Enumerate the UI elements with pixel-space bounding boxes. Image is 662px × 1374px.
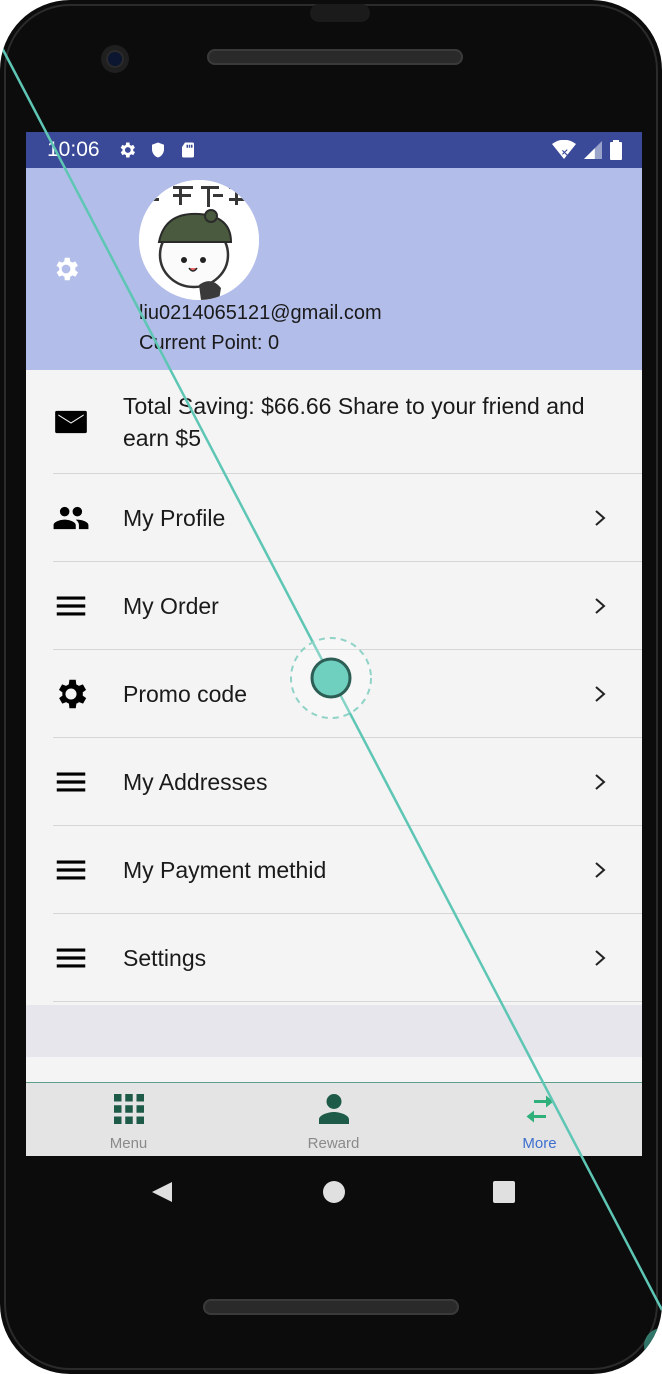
more-menu-list: Total Saving: $66.66 Share to your frien… <box>26 370 642 1002</box>
recents-icon[interactable] <box>492 1180 516 1204</box>
phone-notch <box>310 4 370 22</box>
menu-item-label: Settings <box>123 945 207 971</box>
chevron-right-icon <box>595 686 606 702</box>
nav-tab-menu[interactable]: Menu <box>26 1083 231 1156</box>
status-bar: 10:06 <box>26 132 642 168</box>
chevron-right-icon <box>595 862 606 878</box>
people-icon <box>53 506 89 530</box>
shield-icon <box>152 142 164 158</box>
avatar[interactable] <box>139 180 259 300</box>
chevron-right-icon <box>595 598 606 614</box>
menu-item-label: My Payment methid <box>123 857 327 883</box>
nav-label: Reward <box>307 1135 360 1152</box>
home-icon[interactable] <box>322 1180 346 1204</box>
earpiece-speaker <box>207 49 463 65</box>
battery-icon <box>610 140 622 160</box>
menu-item-settings[interactable]: Settings <box>26 914 642 1002</box>
gear-icon <box>58 679 87 709</box>
chevron-right-icon <box>595 510 606 526</box>
list-footer-spacer <box>26 1005 642 1057</box>
nav-tab-more[interactable]: More <box>437 1083 642 1156</box>
menu-item-total-saving[interactable]: Total Saving: $66.66 Share to your frien… <box>26 370 642 474</box>
gear-icon <box>120 142 135 158</box>
menu-item-my-addresses[interactable]: My Addresses <box>26 738 642 826</box>
menu-item-promo-code[interactable]: Promo code <box>26 650 642 738</box>
menu-item-label: My Profile <box>123 505 226 531</box>
back-icon[interactable] <box>150 1180 174 1204</box>
bottom-speaker <box>203 1299 459 1315</box>
menu-item-my-payment-method[interactable]: My Payment methid <box>26 826 642 914</box>
touch-start <box>0 0 18 28</box>
menu-item-label: Total Saving: $66.66 Share to your frien… <box>123 393 585 451</box>
person-icon <box>318 1094 349 1124</box>
app-screen: 10:06 liu0214065121@gmail.com Current Po… <box>26 132 642 1156</box>
phone-frame: 10:06 liu0214065121@gmail.com Current Po… <box>0 0 662 1374</box>
status-time: 10:06 <box>47 138 100 161</box>
touch-end <box>644 1328 662 1364</box>
menu-item-my-profile[interactable]: My Profile <box>26 474 642 562</box>
wifi-icon <box>552 140 576 159</box>
mail-icon <box>55 410 87 434</box>
front-camera <box>101 45 129 73</box>
profile-header: liu0214065121@gmail.com Current Point: 0 <box>26 168 642 370</box>
nav-tab-reward[interactable]: Reward <box>231 1083 436 1156</box>
chevron-right-icon <box>595 774 606 790</box>
current-points: Current Point: 0 <box>139 332 280 354</box>
signal-icon <box>584 141 602 159</box>
system-navigation-bar <box>0 1156 662 1226</box>
hamburger-icon <box>56 948 86 968</box>
menu-item-label: My Addresses <box>123 769 268 795</box>
menu-item-label: Promo code <box>123 681 248 707</box>
settings-gear-icon[interactable] <box>51 254 81 284</box>
hamburger-icon <box>56 772 86 792</box>
swap-arrows-icon <box>526 1095 553 1123</box>
avatar-illustration <box>139 180 259 300</box>
menu-item-my-order[interactable]: My Order <box>26 562 642 650</box>
nav-label: More <box>522 1135 557 1152</box>
divider <box>53 1001 642 1002</box>
bottom-navigation: Menu Reward More <box>26 1082 642 1156</box>
hamburger-icon <box>56 860 86 880</box>
chevron-right-icon <box>595 950 606 966</box>
hamburger-icon <box>56 596 86 616</box>
nav-label: Menu <box>109 1135 148 1152</box>
menu-item-label: My Order <box>123 593 219 619</box>
sd-card-icon <box>182 142 194 158</box>
user-email: liu0214065121@gmail.com <box>139 302 382 324</box>
grid-icon <box>113 1094 144 1124</box>
